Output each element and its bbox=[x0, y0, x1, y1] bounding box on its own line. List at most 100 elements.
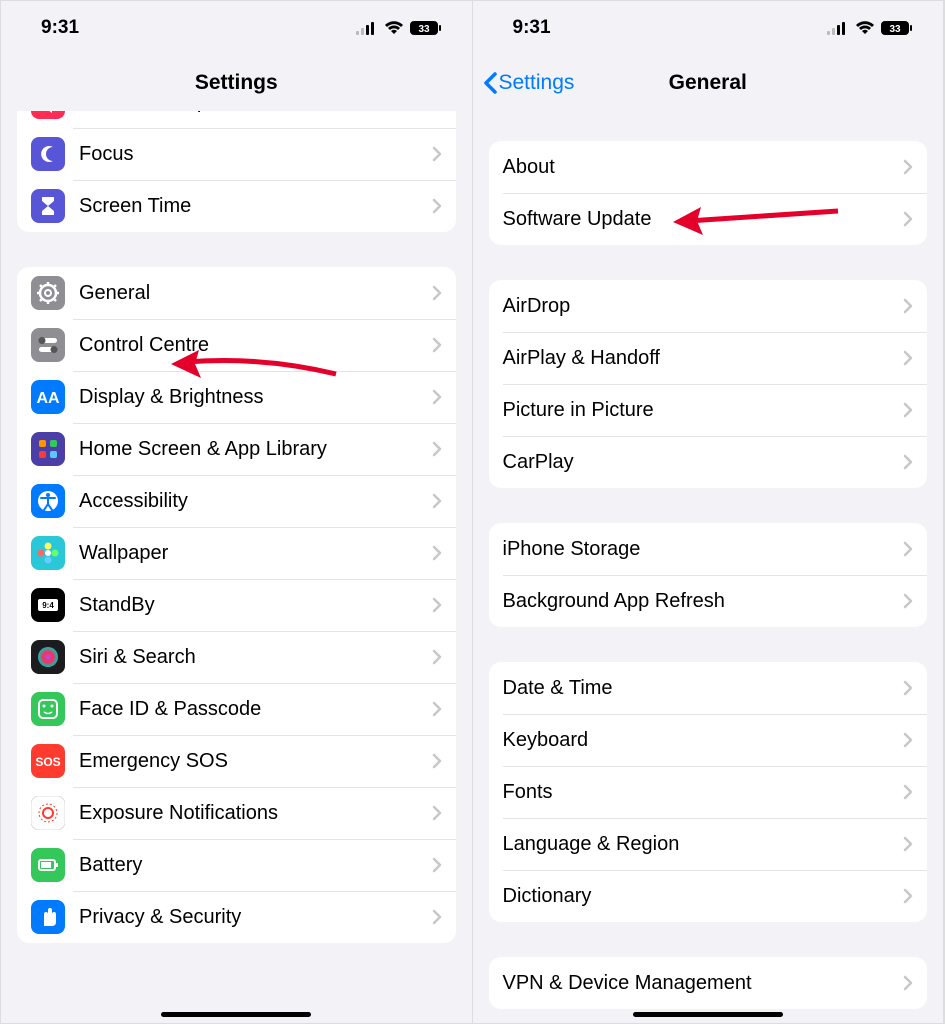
row-fonts[interactable]: Fonts bbox=[489, 766, 928, 818]
svg-text:SOS: SOS bbox=[35, 755, 60, 769]
back-button[interactable]: Settings bbox=[483, 71, 575, 95]
chevron-right-icon bbox=[903, 784, 913, 800]
row-emergency-sos[interactable]: SOS Emergency SOS bbox=[17, 735, 456, 787]
row-general[interactable]: General bbox=[17, 267, 456, 319]
row-label: iPhone Storage bbox=[503, 538, 904, 561]
row-battery[interactable]: Battery bbox=[17, 839, 456, 891]
row-label: About bbox=[503, 156, 904, 179]
status-bar: 9:31 33 bbox=[1, 1, 472, 55]
row-airplay-handoff[interactable]: AirPlay & Handoff bbox=[489, 332, 928, 384]
chevron-right-icon bbox=[432, 146, 442, 162]
page-title: General bbox=[669, 71, 747, 95]
exposure-icon bbox=[31, 796, 65, 830]
row-about[interactable]: About bbox=[489, 141, 928, 193]
row-home-screen-app-library[interactable]: Home Screen & App Library bbox=[17, 423, 456, 475]
row-carplay[interactable]: CarPlay bbox=[489, 436, 928, 488]
back-label: Settings bbox=[499, 71, 575, 95]
row-face-id-passcode[interactable]: Face ID & Passcode bbox=[17, 683, 456, 735]
row-control-centre[interactable]: Control Centre bbox=[17, 319, 456, 371]
wifi-icon bbox=[855, 21, 875, 35]
row-label: Background App Refresh bbox=[503, 590, 904, 613]
row-label: Emergency SOS bbox=[79, 750, 432, 773]
row-date-time[interactable]: Date & Time bbox=[489, 662, 928, 714]
chevron-right-icon bbox=[432, 545, 442, 561]
chevron-right-icon bbox=[903, 836, 913, 852]
siri-icon bbox=[31, 640, 65, 674]
status-icons: 33 bbox=[827, 20, 913, 36]
row-label: Battery bbox=[79, 854, 432, 877]
general-list[interactable]: About Software Update AirDropAirPlay & Ha… bbox=[473, 111, 944, 1023]
row-screen-time[interactable]: Screen Time bbox=[17, 180, 456, 232]
row-label: Language & Region bbox=[503, 833, 904, 856]
row-label: Keyboard bbox=[503, 729, 904, 752]
chevron-right-icon bbox=[432, 857, 442, 873]
chevron-right-icon bbox=[432, 909, 442, 925]
chevron-right-icon bbox=[903, 732, 913, 748]
row-privacy-security[interactable]: Privacy & Security bbox=[17, 891, 456, 943]
chevron-left-icon bbox=[483, 72, 497, 94]
row-label: Sounds & Haptics bbox=[79, 111, 432, 114]
chevron-right-icon bbox=[903, 975, 913, 991]
standby-icon: 9:4 bbox=[31, 588, 65, 622]
chevron-right-icon bbox=[432, 337, 442, 353]
row-background-app-refresh[interactable]: Background App Refresh bbox=[489, 575, 928, 627]
chevron-right-icon bbox=[903, 211, 913, 227]
settings-list[interactable]: Sounds & Haptics Focus Screen Time General… bbox=[1, 111, 472, 1023]
battery-icon: 33 bbox=[410, 20, 442, 36]
row-display-brightness[interactable]: AADisplay & Brightness bbox=[17, 371, 456, 423]
faceid-icon bbox=[31, 692, 65, 726]
wifi-icon bbox=[384, 21, 404, 35]
row-picture-in-picture[interactable]: Picture in Picture bbox=[489, 384, 928, 436]
row-label: CarPlay bbox=[503, 451, 904, 474]
cellular-icon bbox=[356, 21, 378, 35]
row-label: Control Centre bbox=[79, 334, 432, 357]
row-label: Software Update bbox=[503, 208, 904, 231]
row-label: Wallpaper bbox=[79, 542, 432, 565]
row-accessibility[interactable]: Accessibility bbox=[17, 475, 456, 527]
chevron-right-icon bbox=[903, 680, 913, 696]
home-indicator[interactable] bbox=[633, 1012, 783, 1017]
row-label: Picture in Picture bbox=[503, 399, 904, 422]
sounds-icon bbox=[31, 111, 65, 119]
row-standby[interactable]: 9:4 StandBy bbox=[17, 579, 456, 631]
svg-text:AA: AA bbox=[36, 390, 60, 407]
row-airdrop[interactable]: AirDrop bbox=[489, 280, 928, 332]
row-label: Privacy & Security bbox=[79, 906, 432, 929]
chevron-right-icon bbox=[432, 649, 442, 665]
hourglass-icon bbox=[31, 189, 65, 223]
grid-icon bbox=[31, 432, 65, 466]
row-iphone-storage[interactable]: iPhone Storage bbox=[489, 523, 928, 575]
sos-icon: SOS bbox=[31, 744, 65, 778]
chevron-right-icon bbox=[432, 805, 442, 821]
row-siri-search[interactable]: Siri & Search bbox=[17, 631, 456, 683]
chevron-right-icon bbox=[903, 159, 913, 175]
row-focus[interactable]: Focus bbox=[17, 128, 456, 180]
row-software-update[interactable]: Software Update bbox=[489, 193, 928, 245]
row-dictionary[interactable]: Dictionary bbox=[489, 870, 928, 922]
chevron-right-icon bbox=[432, 753, 442, 769]
group-airdrop: AirDropAirPlay & Handoff Picture in Pictu… bbox=[489, 280, 928, 488]
row-keyboard[interactable]: Keyboard bbox=[489, 714, 928, 766]
row-label: StandBy bbox=[79, 594, 432, 617]
row-vpn-device-management[interactable]: VPN & Device Management bbox=[489, 957, 928, 1009]
row-label: Exposure Notifications bbox=[79, 802, 432, 825]
chevron-right-icon bbox=[903, 593, 913, 609]
home-indicator[interactable] bbox=[161, 1012, 311, 1017]
group-vpn: VPN & Device Management bbox=[489, 957, 928, 1009]
row-wallpaper[interactable]: Wallpaper bbox=[17, 527, 456, 579]
chevron-right-icon bbox=[903, 541, 913, 557]
nav-bar: Settings bbox=[1, 55, 472, 111]
row-exposure-notifications[interactable]: Exposure Notifications bbox=[17, 787, 456, 839]
row-label: Siri & Search bbox=[79, 646, 432, 669]
chevron-right-icon bbox=[903, 402, 913, 418]
group-about: About Software Update bbox=[489, 141, 928, 245]
row-language-region[interactable]: Language & Region bbox=[489, 818, 928, 870]
brightness-icon: AA bbox=[31, 380, 65, 414]
cellular-icon bbox=[827, 21, 849, 35]
chevron-right-icon bbox=[903, 298, 913, 314]
chevron-right-icon bbox=[903, 454, 913, 470]
group-date: Date & Time Keyboard Fonts Language & Regio… bbox=[489, 662, 928, 922]
row-sounds-haptics[interactable]: Sounds & Haptics bbox=[17, 111, 456, 128]
page-title: Settings bbox=[195, 71, 278, 95]
row-label: Screen Time bbox=[79, 195, 432, 218]
